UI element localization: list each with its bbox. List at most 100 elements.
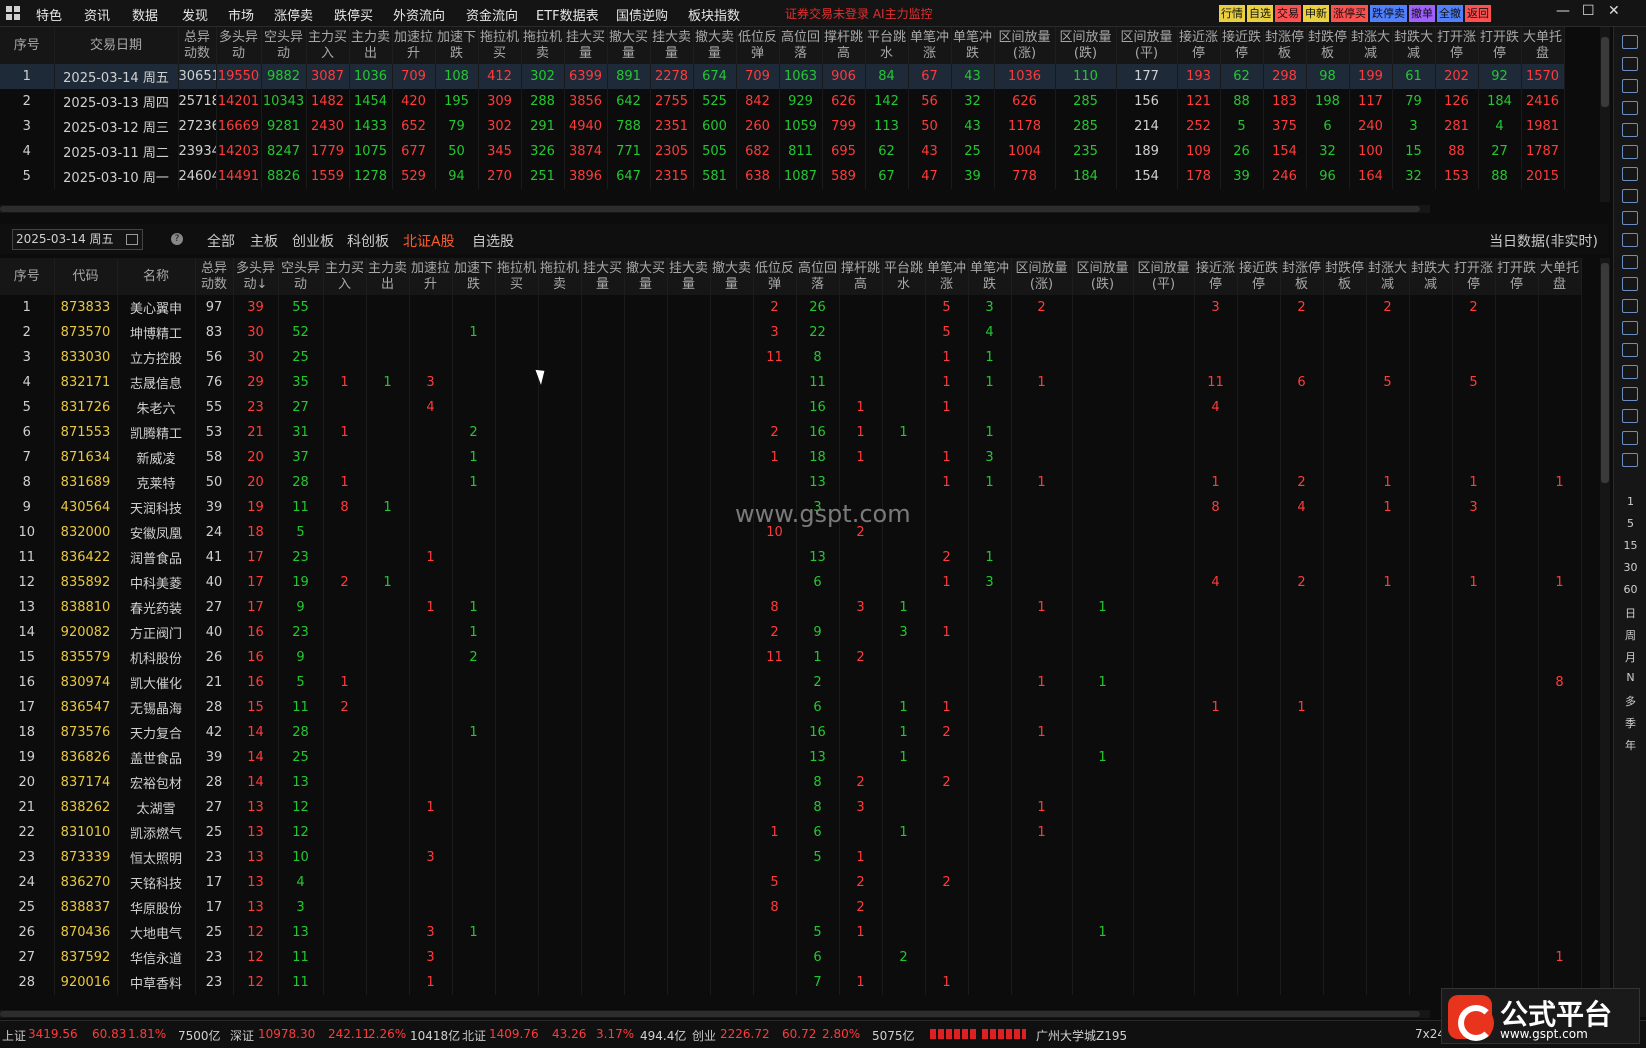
column-header[interactable]: 封跌停板 [1306, 27, 1350, 64]
table-row[interactable]: 28 920016 中草香料 23 12 11 1 7 1 1 [0, 970, 1582, 995]
column-header[interactable]: 打开跌停 [1495, 258, 1539, 295]
tool-icon[interactable] [1622, 167, 1638, 181]
table-row[interactable]: 24 836270 天铭科技 17 13 4 5 2 2 [0, 870, 1582, 895]
tab-5[interactable]: 自选股 [472, 231, 514, 251]
column-header[interactable]: 多头异动 [216, 27, 262, 64]
menu-item-5[interactable]: 涨停卖 [274, 5, 313, 24]
menu-item-2[interactable]: 数据 [132, 5, 158, 24]
table-row[interactable]: 15 835579 机科股份 26 16 9 2 11 1 2 [0, 645, 1582, 670]
column-header[interactable]: 主力买入 [323, 258, 367, 295]
column-header[interactable]: 加速下跌 [435, 27, 479, 64]
period-button[interactable]: 30 [1614, 561, 1646, 574]
quick-button-8[interactable]: 返回 [1465, 5, 1491, 22]
column-header[interactable]: 封涨停板 [1280, 258, 1324, 295]
bottom-vscroll[interactable] [1600, 258, 1610, 1010]
table-row[interactable]: 5 2025-03-10 周一 24604 14491 8826 1559 1278 529 9… [0, 164, 1565, 189]
table-row[interactable]: 2 2025-03-13 周四 25718 14201 10343 1482 1454 420… [0, 89, 1565, 114]
column-header[interactable]: 平台跳水 [882, 258, 926, 295]
quick-button-0[interactable]: 行情 [1219, 5, 1245, 22]
column-header[interactable]: 加速拉升 [409, 258, 453, 295]
tool-icon[interactable] [1622, 189, 1638, 203]
quick-button-7[interactable]: 全撤 [1437, 5, 1463, 22]
maximize-icon[interactable]: ☐ [1582, 3, 1595, 19]
column-header[interactable]: 低位反弹 [753, 258, 797, 295]
table-row[interactable]: 7 871634 新威凌 58 20 37 1 1 18 1 1 3 [0, 445, 1582, 470]
column-header[interactable]: 打开涨停 [1452, 258, 1496, 295]
column-header[interactable]: 总异动数 [195, 258, 234, 295]
tool-icon[interactable] [1622, 431, 1638, 445]
column-header[interactable]: 主力买入 [306, 27, 350, 64]
column-header[interactable]: 区间放量(跌) [1072, 258, 1134, 295]
table-row[interactable]: 4 2025-03-11 周二 23934 14203 8247 1779 1075 677 5… [0, 139, 1565, 164]
column-header[interactable]: 撑杆跳高 [822, 27, 866, 64]
column-header[interactable]: 撑杆跳高 [839, 258, 883, 295]
quick-button-6[interactable]: 撤单 [1409, 5, 1435, 22]
column-header[interactable]: 封跌大减 [1409, 258, 1453, 295]
column-header[interactable]: 挂大买量 [581, 258, 625, 295]
column-header[interactable]: 接近跌停 [1220, 27, 1264, 64]
quick-button-3[interactable]: 申新 [1303, 5, 1329, 22]
column-header[interactable]: 空头异动 [261, 27, 307, 64]
column-header[interactable]: 封涨停板 [1263, 27, 1307, 64]
table-row[interactable]: 27 837592 华信永道 23 12 11 3 6 2 1 [0, 945, 1582, 970]
table-row[interactable]: 21 838262 太湖雪 27 13 12 1 8 3 1 [0, 795, 1582, 820]
column-header[interactable]: 接近涨停 [1177, 27, 1221, 64]
quick-button-4[interactable]: 涨停买 [1331, 5, 1368, 22]
menu-item-3[interactable]: 发现 [182, 5, 208, 24]
top-vscroll[interactable] [1600, 27, 1610, 202]
column-header[interactable]: 封涨大减 [1349, 27, 1393, 64]
column-header[interactable]: 名称 [117, 258, 196, 295]
column-header[interactable]: 区间放量(跌) [1055, 27, 1117, 64]
table-row[interactable]: 2 873570 坤博精工 83 30 52 1 3 22 5 4 [0, 320, 1582, 345]
menu-item-6[interactable]: 跌停买 [334, 5, 373, 24]
column-header[interactable]: 封跌停板 [1323, 258, 1367, 295]
column-header[interactable]: 封跌大减 [1392, 27, 1436, 64]
table-row[interactable]: 19 836826 盖世食品 39 14 25 13 1 1 [0, 745, 1582, 770]
menu-item-7[interactable]: 外资流向 [393, 5, 445, 24]
table-row[interactable]: 25 838837 华原股份 17 13 3 8 2 [0, 895, 1582, 920]
table-row[interactable]: 3 2025-03-12 周三 27236 16669 9281 2430 1433 652 7… [0, 114, 1565, 139]
quick-button-1[interactable]: 自选 [1247, 5, 1273, 22]
column-header[interactable]: 加速拉升 [392, 27, 436, 64]
tool-icon[interactable] [1622, 123, 1638, 137]
tab-2[interactable]: 创业板 [292, 231, 334, 251]
period-button[interactable]: 1 [1614, 495, 1646, 508]
period-button[interactable]: 月 [1614, 649, 1646, 665]
tool-icon[interactable] [1622, 255, 1638, 269]
column-header[interactable]: 总异动数 [178, 27, 217, 64]
period-button[interactable]: 60 [1614, 583, 1646, 596]
tool-icon[interactable] [1622, 387, 1638, 401]
menu-item-8[interactable]: 资金流向 [466, 5, 518, 24]
menu-item-10[interactable]: 国债逆购 [616, 5, 668, 24]
column-header[interactable]: 交易日期 [54, 27, 179, 64]
tool-icon[interactable] [1622, 453, 1638, 467]
help-icon[interactable]: ? [171, 233, 183, 245]
column-header[interactable]: 大单托盘 [1521, 27, 1565, 64]
column-header[interactable]: 高位回落 [779, 27, 823, 64]
table-row[interactable]: 3 833030 立方控股 56 30 25 11 8 1 1 [0, 345, 1582, 370]
column-header[interactable]: 撤大卖量 [693, 27, 737, 64]
column-header[interactable]: 接近涨停 [1194, 258, 1238, 295]
column-header[interactable]: 撤大买量 [624, 258, 668, 295]
period-button[interactable]: 年 [1614, 737, 1646, 753]
period-button[interactable]: 周 [1614, 627, 1646, 643]
table-row[interactable]: 22 831010 凯添燃气 25 13 12 1 6 1 1 [0, 820, 1582, 845]
tool-icon[interactable] [1622, 343, 1638, 357]
tab-4[interactable]: 北证A股 [403, 231, 455, 251]
period-button[interactable]: 季 [1614, 715, 1646, 731]
column-header[interactable]: 加速下跌 [452, 258, 496, 295]
table-row[interactable]: 20 837174 宏裕包材 28 14 13 8 2 2 [0, 770, 1582, 795]
menu-item-0[interactable]: 特色 [36, 5, 62, 24]
calendar-icon[interactable] [126, 234, 138, 245]
menu-item-4[interactable]: 市场 [228, 5, 254, 24]
table-row[interactable]: 8 831689 克莱特 50 20 28 1 1 13 1 1 1 1 2 1 1 1 [0, 470, 1582, 495]
menu-item-11[interactable]: 板块指数 [688, 5, 740, 24]
column-header[interactable]: 代码 [54, 258, 118, 295]
column-header[interactable]: 主力卖出 [366, 258, 410, 295]
column-header[interactable]: 平台跳水 [865, 27, 909, 64]
table-row[interactable]: 6 871553 凯腾精工 53 21 31 1 2 2 16 1 1 1 [0, 420, 1582, 445]
table-row[interactable]: 14 920082 方正阀门 40 16 23 1 2 9 3 1 [0, 620, 1582, 645]
column-header[interactable]: 空头异动 [278, 258, 324, 295]
close-icon[interactable]: ✕ [1608, 3, 1620, 19]
bottom-hscroll[interactable] [0, 1010, 1430, 1018]
